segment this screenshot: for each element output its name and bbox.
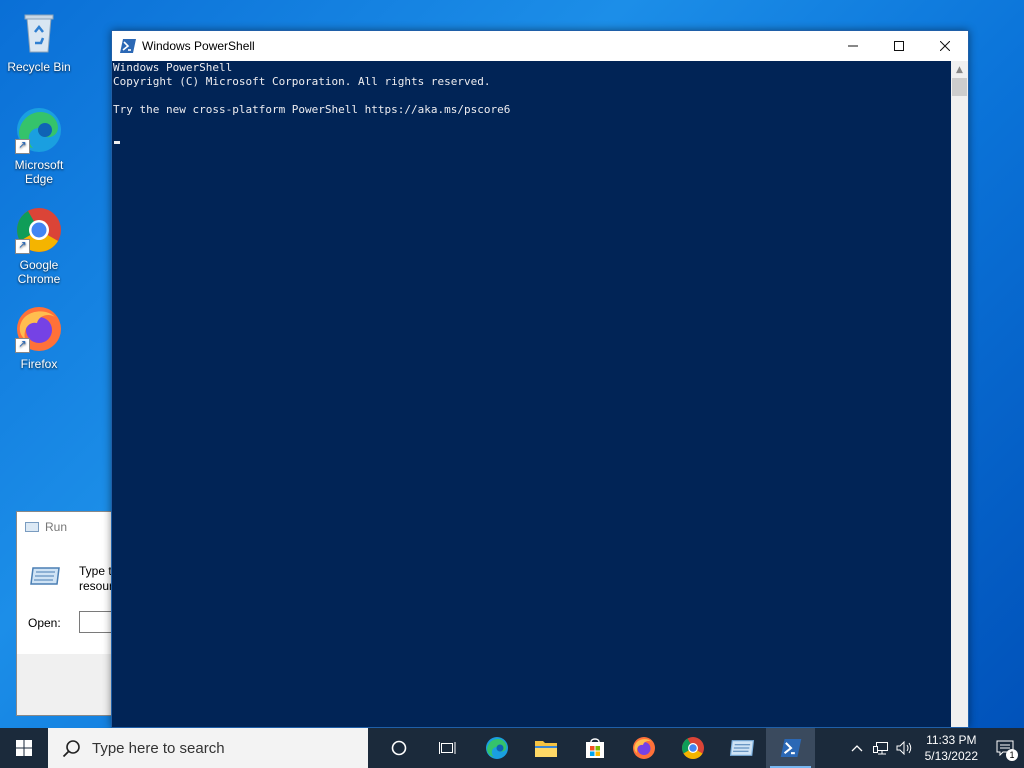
firefox-icon: ↗ <box>15 305 63 353</box>
chrome-icon: ↗ <box>15 206 63 254</box>
taskbar-run[interactable] <box>717 728 766 768</box>
scroll-thumb[interactable] <box>952 78 967 96</box>
maximize-button[interactable] <box>876 31 922 61</box>
store-icon <box>585 738 604 758</box>
chevron-up-icon <box>851 745 863 752</box>
shortcut-arrow-icon: ↗ <box>15 239 30 254</box>
desktop-icon-label: Firefox <box>20 357 58 371</box>
powershell-window: Windows PowerShell Windows PowerShell Co… <box>111 30 969 728</box>
clock[interactable]: 11:33 PM 5/13/2022 <box>917 732 986 764</box>
close-icon <box>940 41 950 51</box>
search-icon <box>62 740 80 758</box>
scroll-up-icon[interactable]: ▲ <box>951 61 968 78</box>
powershell-icon <box>780 739 801 757</box>
file-explorer-icon <box>534 741 557 757</box>
start-button[interactable] <box>0 728 48 768</box>
desktop-icon-recycle-bin[interactable]: Recycle Bin <box>2 8 76 74</box>
taskbar-file-explorer[interactable] <box>521 728 570 768</box>
run-app-icon <box>30 567 60 585</box>
powershell-titlebar[interactable]: Windows PowerShell <box>112 31 968 61</box>
show-hidden-icons-button[interactable] <box>845 744 869 752</box>
console-output[interactable]: Windows PowerShell Copyright (C) Microso… <box>112 61 951 727</box>
task-view-icon <box>438 742 455 754</box>
clock-date: 5/13/2022 <box>924 749 978 763</box>
minimize-icon <box>848 45 858 47</box>
window-title: Windows PowerShell <box>142 39 255 53</box>
text-cursor <box>114 141 120 144</box>
close-button[interactable] <box>922 31 968 61</box>
run-icon <box>25 522 39 532</box>
taskbar-firefox[interactable] <box>619 728 668 768</box>
console-line: Windows PowerShell <box>113 61 233 74</box>
console-prompt[interactable] <box>112 131 951 145</box>
powershell-icon <box>120 39 136 53</box>
network-icon <box>872 742 888 755</box>
desktop: Recycle Bin ↗ Microsoft Edge ↗ Google Ch <box>0 0 1024 728</box>
taskbar: Type here to search 11:33 PM 5/13/2022 1 <box>0 728 1024 768</box>
console-line: Try the new cross-platform PowerShell ht… <box>113 103 511 116</box>
shortcut-arrow-icon: ↗ <box>15 139 30 154</box>
desktop-icon-label: Recycle Bin <box>7 60 71 74</box>
maximize-icon <box>894 41 904 51</box>
desktop-icon-firefox[interactable]: ↗ Firefox <box>2 305 76 371</box>
minimize-button[interactable] <box>830 31 876 61</box>
shortcut-arrow-icon: ↗ <box>15 338 30 353</box>
vertical-scrollbar[interactable]: ▲ <box>951 61 968 727</box>
desktop-icon-label: Google Chrome <box>17 258 61 286</box>
desktop-icon-label: Microsoft Edge <box>14 158 64 186</box>
volume-button[interactable] <box>893 741 917 755</box>
edge-icon <box>485 737 508 759</box>
windows-logo-icon <box>16 740 32 756</box>
cortana-icon <box>391 740 406 756</box>
console-line: Copyright (C) Microsoft Corporation. All… <box>113 75 491 88</box>
open-label: Open: <box>28 616 61 630</box>
clock-time: 11:33 PM <box>926 733 977 747</box>
system-tray: 11:33 PM 5/13/2022 1 <box>845 728 1024 768</box>
taskbar-edge[interactable] <box>472 728 521 768</box>
search-placeholder: Type here to search <box>92 739 225 757</box>
cortana-button[interactable] <box>374 728 423 768</box>
taskbar-search[interactable]: Type here to search <box>48 728 368 768</box>
network-button[interactable] <box>869 741 893 755</box>
desktop-icon-edge[interactable]: ↗ Microsoft Edge <box>2 106 76 186</box>
firefox-icon <box>632 737 655 759</box>
run-description: Type t resour <box>79 564 114 593</box>
task-view-button[interactable] <box>423 728 472 768</box>
run-title: Run <box>45 520 68 534</box>
chrome-icon <box>681 737 704 759</box>
run-icon <box>729 740 754 756</box>
taskbar-store[interactable] <box>570 728 619 768</box>
volume-icon <box>896 741 911 755</box>
notification-badge: 1 <box>1006 749 1018 761</box>
taskbar-chrome[interactable] <box>668 728 717 768</box>
desktop-icon-chrome[interactable]: ↗ Google Chrome <box>2 206 76 286</box>
recycle-bin-icon <box>15 8 63 56</box>
notification-button[interactable]: 1 <box>986 728 1024 768</box>
taskbar-powershell[interactable] <box>766 728 815 768</box>
edge-icon: ↗ <box>15 106 63 154</box>
